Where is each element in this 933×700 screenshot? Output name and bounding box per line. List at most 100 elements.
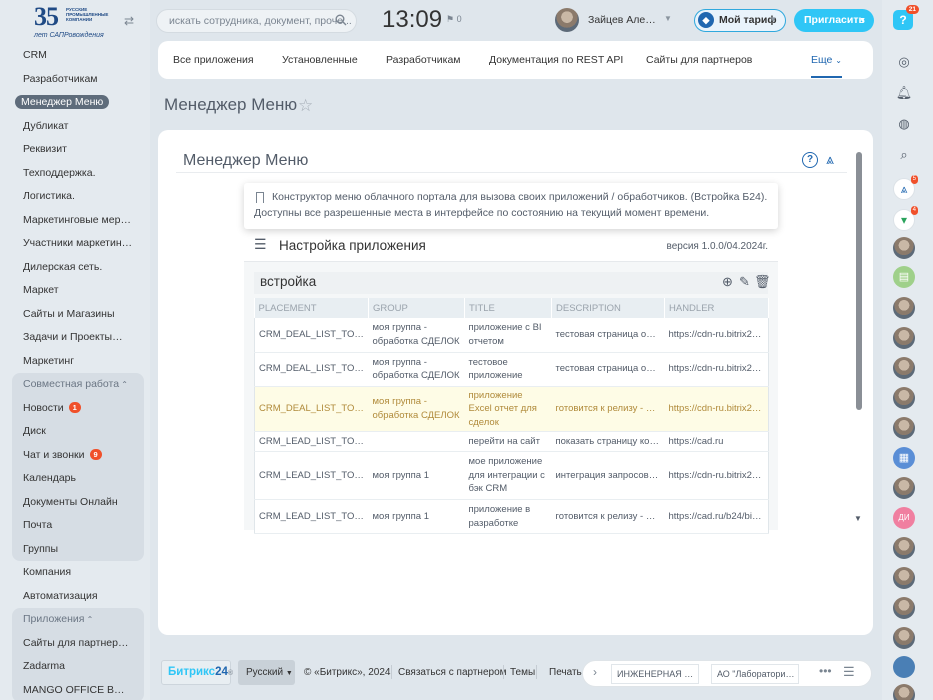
table-cell-handler: https://cdn-ru.bitrix24.... bbox=[664, 451, 769, 500]
column-header[interactable]: PLACEMENT bbox=[254, 298, 369, 318]
sidebar-item[interactable]: Задачи и Проекты 18 bbox=[8, 326, 148, 350]
sidebar-item[interactable]: Дилерская сеть. bbox=[8, 256, 148, 280]
invite-button[interactable]: Пригласить ▼ bbox=[794, 9, 874, 32]
info-notice: Конструктор меню облачного портала для в… bbox=[244, 183, 778, 229]
table-row[interactable]: CRM_DEAL_LIST_TOOLBARмоя группа - обрабо… bbox=[254, 386, 769, 432]
contact-avatar[interactable] bbox=[893, 567, 915, 589]
sidebar-item[interactable]: Новости 1 bbox=[12, 397, 144, 421]
sidebar-item[interactable]: Почта bbox=[12, 514, 144, 538]
tab-partner-sites[interactable]: Сайты для партнеров bbox=[646, 41, 752, 79]
task-chip[interactable]: АО "Лаборатория эле... bbox=[711, 664, 799, 684]
search-icon[interactable] bbox=[335, 14, 347, 26]
tab-all-apps[interactable]: Все приложения bbox=[173, 41, 254, 79]
table-row[interactable]: CRM_LEAD_LIST_TOOLBARмоя группа 1приложе… bbox=[254, 499, 769, 534]
document-icon[interactable]: ▦ bbox=[893, 447, 915, 469]
copilot-icon[interactable]: ◎ bbox=[895, 53, 913, 71]
print-link[interactable]: Печать bbox=[549, 667, 582, 678]
help-icon[interactable]: ? bbox=[802, 152, 818, 168]
sidebar-item[interactable]: Компания bbox=[8, 561, 148, 585]
contact-avatar[interactable] bbox=[893, 684, 915, 700]
contact-avatar[interactable] bbox=[893, 477, 915, 499]
sidebar-item[interactable]: Маркетинг bbox=[8, 350, 148, 374]
themes-link[interactable]: Темы bbox=[510, 667, 535, 678]
sidebar-item[interactable]: Zadarma bbox=[12, 655, 144, 679]
table-row[interactable]: CRM_DEAL_LIST_TOOLBARмоя группа - обрабо… bbox=[254, 352, 769, 387]
list-icon[interactable]: ☰ bbox=[843, 664, 855, 680]
chat-icon[interactable]: ◍ bbox=[895, 115, 913, 133]
sidebar-item-label: Документы Онлайн bbox=[23, 495, 118, 508]
table-row[interactable]: CRM_DEAL_LIST_TOOLBARмоя группа - обрабо… bbox=[254, 318, 769, 353]
column-header[interactable]: HANDLER bbox=[664, 298, 769, 318]
sidebar-item[interactable]: Логистика. bbox=[8, 185, 148, 209]
sidebar-item[interactable]: Маркет bbox=[8, 279, 148, 303]
scroll-down-icon[interactable]: ▼ bbox=[854, 514, 862, 523]
sidebar-item[interactable]: Участники маркетингов... bbox=[8, 232, 148, 256]
sidebar-item[interactable]: Сайты и Магазины bbox=[8, 303, 148, 327]
column-header[interactable]: DESCRIPTION bbox=[551, 298, 665, 318]
contact-avatar[interactable] bbox=[893, 297, 915, 319]
bitrix24-logo[interactable]: Битрикс24® bbox=[161, 660, 233, 685]
contact-avatar[interactable] bbox=[893, 327, 915, 349]
task-chip[interactable]: ИНЖЕНЕРНАЯ ГРУПП... bbox=[611, 664, 699, 684]
sidebar-item[interactable]: Дубликат bbox=[8, 115, 148, 139]
chevron-down-icon[interactable]: ▼ bbox=[664, 14, 672, 23]
add-icon[interactable]: ⊕ bbox=[722, 274, 733, 290]
contact-partner-link[interactable]: Связаться с партнером bbox=[398, 667, 507, 678]
table-row[interactable]: CRM_LEAD_LIST_TOOLBARмоя группа 1мое при… bbox=[254, 451, 769, 500]
sidebar-settings-icon[interactable]: ⇄ bbox=[124, 14, 138, 28]
sidebar-item[interactable]: Разработчикам bbox=[8, 68, 148, 92]
sidebar-item[interactable]: Чат и звонки 9 bbox=[12, 444, 144, 468]
app-icon[interactable]: ▾ 4 bbox=[893, 206, 918, 231]
sidebar-item[interactable]: MANGO OFFICE Вирт... bbox=[12, 679, 144, 700]
user-avatar[interactable] bbox=[555, 8, 579, 32]
tab-developers[interactable]: Разработчикам bbox=[386, 41, 461, 79]
compass-app-icon[interactable]: ⩓ 5 bbox=[893, 175, 918, 200]
sidebar-item[interactable]: Менеджер Меню bbox=[8, 91, 148, 115]
company-logo[interactable]: 35 РУССКИЕ ПРОМЫШЛЕННЫЕ КОМПАНИИ лет САП… bbox=[34, 4, 108, 40]
sidebar-item[interactable]: Группы bbox=[12, 538, 144, 562]
trash-icon[interactable]: 🗑︎ bbox=[754, 274, 771, 290]
sidebar-item[interactable]: Сайты для партнеров bbox=[12, 632, 144, 656]
more-icon[interactable]: ••• bbox=[819, 664, 832, 678]
tab-rest-docs[interactable]: Документация по REST API bbox=[489, 41, 623, 79]
chevron-right-icon[interactable]: › bbox=[593, 665, 597, 679]
contact-initials[interactable]: ДИ bbox=[893, 507, 915, 529]
table-row[interactable]: CRM_LEAD_LIST_TOOLBAR перейти на сайтпока… bbox=[254, 431, 769, 452]
contact-avatar[interactable] bbox=[893, 387, 915, 409]
sidebar-item[interactable]: Реквизит bbox=[8, 138, 148, 162]
help-button[interactable]: ? 21 bbox=[893, 5, 919, 30]
contact-avatar[interactable] bbox=[893, 237, 915, 259]
sidebar-item[interactable]: CRM bbox=[8, 44, 148, 68]
bell-icon[interactable]: 🔔︎ bbox=[895, 84, 913, 102]
contact-avatar[interactable] bbox=[893, 357, 915, 379]
sidebar-item[interactable]: Диск bbox=[12, 420, 144, 444]
edit-icon[interactable]: ✎ bbox=[739, 274, 750, 290]
column-header[interactable]: GROUP bbox=[368, 298, 465, 318]
my-tariff-button[interactable]: ◆ Мой тариф ▼ bbox=[694, 9, 786, 32]
user-name[interactable]: Зайцев Александр В... bbox=[588, 14, 660, 26]
sidebar-item[interactable]: Техподдержка. bbox=[8, 162, 148, 186]
column-header[interactable]: TITLE bbox=[464, 298, 552, 318]
sidebar-group-header[interactable]: Приложения ⌃ bbox=[12, 608, 144, 632]
clock[interactable]: 13:09 bbox=[382, 6, 442, 34]
flag-counter[interactable]: ⚑ 0 bbox=[446, 14, 462, 25]
sidebar-item[interactable]: Календарь bbox=[12, 467, 144, 491]
search-input[interactable]: искать сотрудника, документ, проче... bbox=[156, 9, 357, 33]
contact-avatar[interactable] bbox=[893, 627, 915, 649]
sidebar-group-header[interactable]: Совместная работа ⌃ bbox=[12, 373, 144, 397]
contact-avatar[interactable] bbox=[893, 656, 915, 678]
contact-avatar[interactable] bbox=[893, 417, 915, 439]
compass-icon[interactable]: ⩓ bbox=[826, 151, 834, 168]
sidebar-item[interactable]: Маркетинговые меропр... bbox=[8, 209, 148, 233]
star-icon[interactable]: ☆ bbox=[298, 96, 313, 116]
scrollbar[interactable] bbox=[856, 152, 862, 410]
search-icon[interactable]: ⌕ bbox=[895, 146, 913, 164]
tab-more[interactable]: Еще ⌄ bbox=[811, 41, 842, 78]
contact-card-icon[interactable]: ▤ bbox=[893, 266, 915, 288]
sidebar-item[interactable]: Автоматизация bbox=[8, 585, 148, 609]
contact-avatar[interactable] bbox=[893, 597, 915, 619]
tab-installed[interactable]: Установленные bbox=[282, 41, 358, 79]
language-select[interactable]: Русский ▼ bbox=[238, 660, 295, 685]
contact-avatar[interactable] bbox=[893, 537, 915, 559]
sidebar-item[interactable]: Документы Онлайн bbox=[12, 491, 144, 515]
